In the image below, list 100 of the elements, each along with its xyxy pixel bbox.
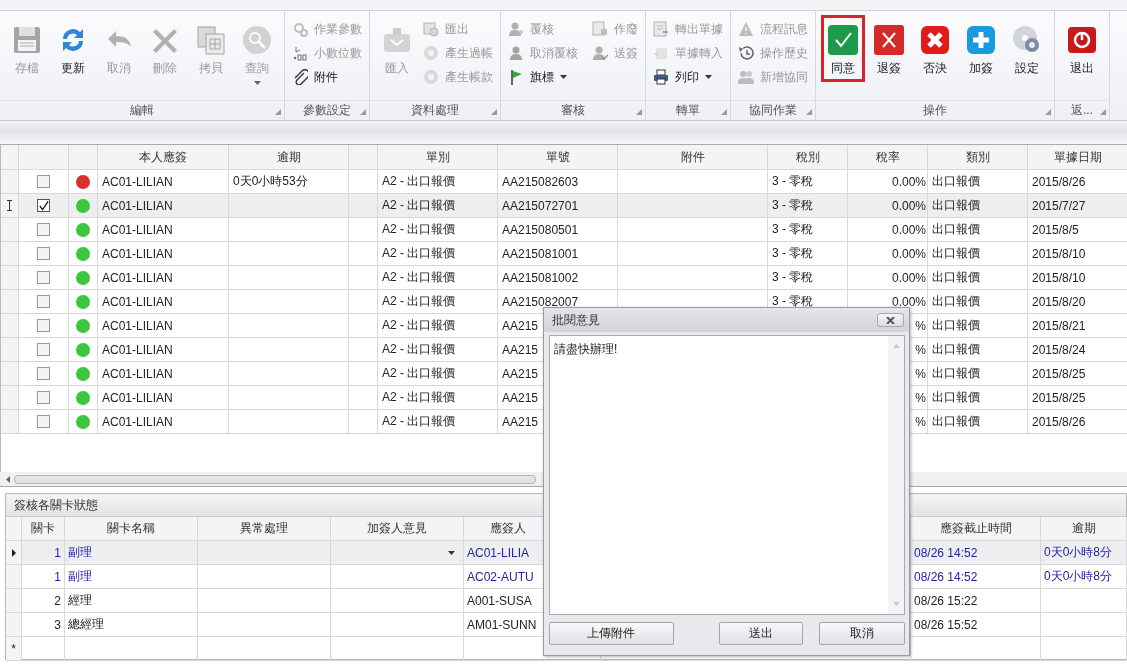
copy-icon: [195, 24, 227, 56]
checkbox[interactable]: [37, 319, 50, 332]
close-icon: [919, 24, 951, 56]
checkbox[interactable]: [37, 295, 50, 308]
dialog-button[interactable]: 上傳附件: [549, 622, 674, 645]
column-header: 單據日期: [1028, 145, 1127, 170]
table-cell: AC01-LILIAN: [98, 338, 229, 362]
launcher-icon[interactable]: [806, 109, 812, 115]
table-cell: 2015/8/26: [1028, 410, 1127, 434]
table-cell: AA215081002: [498, 266, 618, 290]
table-cell: 出口報價: [928, 314, 1028, 338]
column-header: 單別: [378, 145, 498, 170]
ribbon-button[interactable]: 退出: [1060, 15, 1104, 82]
checkbox[interactable]: [37, 175, 50, 188]
table-cell: [349, 242, 378, 266]
column-header: 稅別: [768, 145, 848, 170]
column-header: 稅率: [848, 145, 928, 170]
table-cell: [22, 637, 65, 661]
table-cell: 2015/8/25: [1028, 386, 1127, 410]
ribbon-button[interactable]: 退簽: [867, 15, 911, 82]
export-icon: [423, 21, 439, 37]
ribbon-button[interactable]: 否決: [913, 15, 957, 82]
row-header[interactable]: [1, 194, 19, 218]
table-cell: 2015/8/24: [1028, 338, 1127, 362]
checkbox[interactable]: [37, 247, 50, 260]
table-cell: 0.00%: [848, 266, 928, 290]
ribbon-button[interactable]: 附件: [290, 65, 364, 89]
table-cell: 2015/8/21: [1028, 314, 1127, 338]
table-cell: A2 - 出口報價: [378, 362, 498, 386]
table-cell: AC01-LILIAN: [98, 194, 229, 218]
column-header: 附件: [618, 145, 768, 170]
table-cell: [349, 194, 378, 218]
document-icon: [653, 45, 669, 61]
users-icon: [738, 69, 754, 85]
close-icon: [873, 24, 905, 56]
scroll-left-icon[interactable]: [6, 475, 10, 483]
table-cell: 出口報價: [928, 242, 1028, 266]
scrollbar[interactable]: [888, 336, 904, 614]
checkbox[interactable]: [37, 271, 50, 284]
plus-icon: [965, 24, 997, 56]
user-icon: [508, 45, 524, 61]
launcher-icon[interactable]: [721, 109, 727, 115]
search-icon: [241, 24, 273, 56]
table-cell: 08/26 15:22: [911, 589, 1041, 613]
scroll-up-icon[interactable]: [892, 344, 900, 348]
flag-icon: [508, 69, 524, 85]
comment-field[interactable]: 請盡快辦理!: [549, 335, 905, 615]
ribbon-button[interactable]: 列印: [651, 65, 725, 89]
dropdown-cell[interactable]: [331, 541, 464, 565]
table-cell: 出口報價: [928, 362, 1028, 386]
checkbox[interactable]: [37, 343, 50, 356]
ribbon-button[interactable]: 加簽: [959, 15, 1003, 82]
document-icon: [653, 21, 669, 37]
save-icon: [11, 24, 43, 56]
group-label: 協同作業: [749, 102, 797, 119]
launcher-icon[interactable]: [1100, 109, 1106, 115]
ribbon-button[interactable]: 同意: [821, 15, 865, 82]
table-cell: 0.00%: [848, 194, 928, 218]
row-header: *: [6, 637, 22, 661]
table-cell: 經理: [65, 589, 198, 613]
table-cell: 2015/8/10: [1028, 242, 1127, 266]
check-icon: [827, 24, 859, 56]
launcher-icon[interactable]: [491, 109, 497, 115]
close-button[interactable]: [877, 313, 904, 327]
column-header: 逾期: [229, 145, 349, 170]
ribbon-button[interactable]: 旗標: [506, 65, 580, 89]
launcher-icon[interactable]: [636, 109, 642, 115]
user-check-icon: [592, 45, 608, 61]
scrollbar-thumb[interactable]: [14, 474, 536, 484]
table-cell: 2015/8/10: [1028, 266, 1127, 290]
table-cell: AC01-LILIAN: [98, 290, 229, 314]
launcher-icon[interactable]: [360, 109, 366, 115]
checkbox[interactable]: [37, 391, 50, 404]
table-cell: 2: [22, 589, 65, 613]
checkbox[interactable]: [37, 415, 50, 428]
checkbox[interactable]: [37, 367, 50, 380]
row-pointer-icon: [11, 548, 16, 557]
table-cell: 出口報價: [928, 194, 1028, 218]
table-cell: A2 - 出口報價: [378, 410, 498, 434]
disc-icon: [423, 69, 439, 85]
ribbon-button[interactable]: 更新: [51, 15, 95, 82]
table-cell: 2015/8/20: [1028, 290, 1127, 314]
group-label: 資料處理: [411, 102, 459, 119]
table-cell: A2 - 出口報價: [378, 266, 498, 290]
group-label: 編輯: [130, 102, 154, 119]
table-cell: AC01-LILIAN: [98, 314, 229, 338]
checkbox[interactable]: [37, 223, 50, 236]
launcher-icon[interactable]: [1045, 109, 1051, 115]
table-cell: 0.00%: [848, 218, 928, 242]
table-cell: 1: [22, 565, 65, 589]
dialog-button[interactable]: 送出: [718, 622, 803, 645]
scroll-down-icon[interactable]: [892, 602, 900, 606]
launcher-icon[interactable]: [275, 109, 281, 115]
checkbox[interactable]: [37, 199, 50, 212]
ribbon-button[interactable]: 設定: [1005, 15, 1049, 82]
table-cell: [349, 338, 378, 362]
table-cell: 出口報價: [928, 386, 1028, 410]
column-header: [349, 145, 378, 170]
dialog-button[interactable]: 取消: [818, 622, 905, 645]
row-header[interactable]: [6, 541, 22, 565]
